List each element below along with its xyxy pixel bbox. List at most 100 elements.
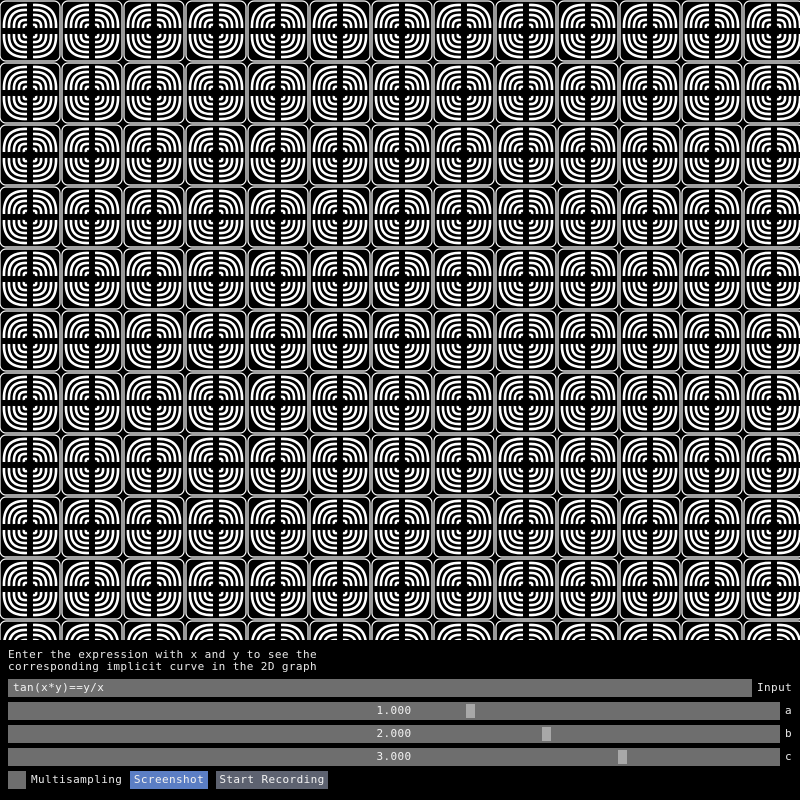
curve-tile xyxy=(557,62,619,124)
curve-tile xyxy=(0,372,61,434)
curve-tile xyxy=(247,620,309,640)
curve-tile xyxy=(557,186,619,248)
curve-tile xyxy=(371,558,433,620)
multisampling-label: Multisampling xyxy=(31,773,123,786)
curve-tile xyxy=(433,558,495,620)
multisampling-checkbox[interactable] xyxy=(8,771,26,789)
help-text: Enter the expression with x and y to see… xyxy=(8,649,317,673)
curve-tile xyxy=(61,310,123,372)
curve-tile xyxy=(557,310,619,372)
curve-tile xyxy=(371,124,433,186)
curve-tile xyxy=(185,248,247,310)
curve-tile xyxy=(681,62,743,124)
curve-tile xyxy=(185,310,247,372)
curve-tile xyxy=(123,434,185,496)
curve-tile xyxy=(495,496,557,558)
control-panel: Enter the expression with x and y to see… xyxy=(0,640,800,800)
curve-tile xyxy=(619,434,681,496)
curve-tile xyxy=(681,186,743,248)
input-label: Input xyxy=(757,681,793,694)
curve-tile xyxy=(433,434,495,496)
expression-input[interactable]: tan(x*y)==y/x xyxy=(8,679,752,697)
curve-tile xyxy=(0,310,61,372)
curve-tile xyxy=(743,496,800,558)
curve-tile xyxy=(61,558,123,620)
curve-tile xyxy=(247,372,309,434)
curve-tile xyxy=(0,186,61,248)
slider-c[interactable]: 3.000 xyxy=(8,748,780,766)
curve-tile xyxy=(619,558,681,620)
slider-b-value: 2.000 xyxy=(376,727,412,740)
curve-tile xyxy=(309,620,371,640)
curve-tile xyxy=(557,0,619,62)
curve-tile xyxy=(681,496,743,558)
curve-tile xyxy=(61,434,123,496)
curve-tile xyxy=(123,62,185,124)
curve-tile xyxy=(743,434,800,496)
curve-tile xyxy=(0,620,61,640)
curve-tile xyxy=(743,558,800,620)
slider-a-label: a xyxy=(785,704,793,717)
curve-tile xyxy=(743,0,800,62)
curve-tile xyxy=(123,248,185,310)
implicit-curve-plot xyxy=(0,0,800,640)
curve-tile xyxy=(433,186,495,248)
curve-tile xyxy=(371,620,433,640)
curve-tile xyxy=(185,496,247,558)
bottom-controls: Multisampling Screenshot Start Recording xyxy=(8,771,798,789)
graph-canvas[interactable] xyxy=(0,0,800,640)
curve-tile xyxy=(123,496,185,558)
slider-a-handle[interactable] xyxy=(466,704,475,718)
curve-tile xyxy=(743,62,800,124)
curve-tile xyxy=(0,124,61,186)
curve-tile xyxy=(619,124,681,186)
curve-tile xyxy=(0,62,61,124)
slider-b-handle[interactable] xyxy=(542,727,551,741)
curve-tile xyxy=(185,558,247,620)
screenshot-button[interactable]: Screenshot xyxy=(130,771,208,789)
curve-tile xyxy=(681,372,743,434)
curve-tile xyxy=(433,496,495,558)
curve-tile xyxy=(247,310,309,372)
curve-tile xyxy=(371,434,433,496)
slider-a[interactable]: 1.000 xyxy=(8,702,780,720)
curve-tile xyxy=(495,434,557,496)
curve-tile xyxy=(309,186,371,248)
curve-tile xyxy=(743,124,800,186)
curve-tile xyxy=(681,558,743,620)
curve-tile xyxy=(681,310,743,372)
start-recording-button[interactable]: Start Recording xyxy=(216,771,328,789)
curve-tile xyxy=(681,0,743,62)
curve-tile xyxy=(495,248,557,310)
curve-tile xyxy=(433,372,495,434)
curve-tile xyxy=(681,434,743,496)
curve-tile xyxy=(619,620,681,640)
curve-tile xyxy=(61,124,123,186)
curve-tile xyxy=(371,186,433,248)
curve-tile xyxy=(743,620,800,640)
input-row: tan(x*y)==y/x Input xyxy=(8,679,798,697)
curve-tile xyxy=(557,620,619,640)
curve-tile xyxy=(247,434,309,496)
slider-c-handle[interactable] xyxy=(618,750,627,764)
curve-tile xyxy=(557,124,619,186)
curve-tile xyxy=(681,248,743,310)
curve-tile xyxy=(247,496,309,558)
curve-tile xyxy=(619,62,681,124)
curve-tile xyxy=(681,124,743,186)
curve-tile xyxy=(619,248,681,310)
curve-tile xyxy=(309,310,371,372)
curve-tile xyxy=(371,248,433,310)
curve-tile xyxy=(247,62,309,124)
curve-tile xyxy=(371,310,433,372)
curve-tile xyxy=(123,310,185,372)
curve-tile xyxy=(371,372,433,434)
curve-tile xyxy=(247,558,309,620)
curve-tile xyxy=(557,496,619,558)
curve-tile xyxy=(743,310,800,372)
curve-tile xyxy=(495,0,557,62)
curve-tile xyxy=(309,434,371,496)
slider-b[interactable]: 2.000 xyxy=(8,725,780,743)
curve-tile xyxy=(247,186,309,248)
slider-a-value: 1.000 xyxy=(376,704,412,717)
